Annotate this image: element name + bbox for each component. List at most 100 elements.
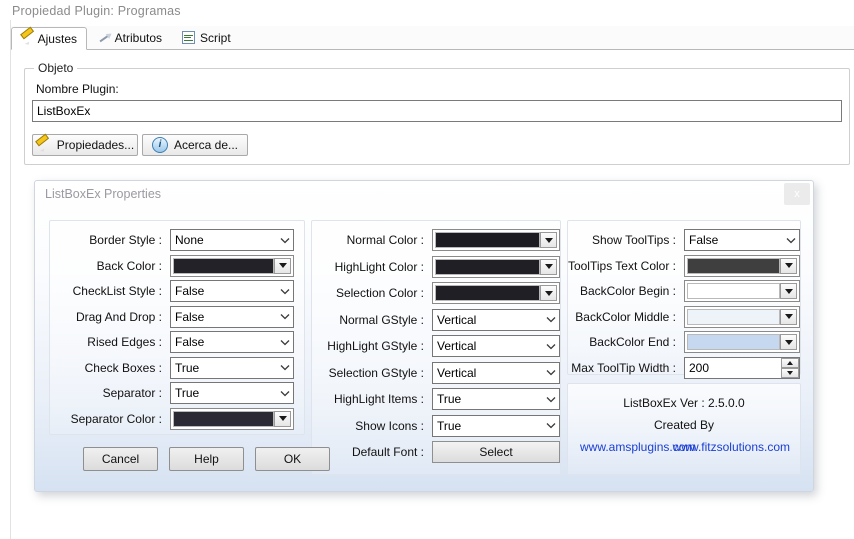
color-dropdown-icon[interactable]	[540, 285, 557, 301]
chevron-down-icon	[542, 389, 559, 409]
selection-gstyle-field[interactable]: Vertical	[432, 361, 560, 384]
max-tooltip-width-value[interactable]: 200	[685, 358, 781, 378]
highlight-color-field[interactable]	[432, 255, 560, 278]
chevron-down-icon	[542, 310, 559, 330]
separator-color-field[interactable]	[170, 407, 294, 430]
highlight-gstyle-field[interactable]: Vertical	[432, 335, 560, 357]
chevron-down-icon	[276, 358, 293, 378]
color-dropdown-icon[interactable]	[274, 410, 291, 427]
rised-edges-field[interactable]: False	[170, 331, 294, 353]
max-tooltip-width-field[interactable]: 200	[684, 356, 800, 379]
normal-color-field[interactable]	[432, 229, 560, 251]
normal-color-swatch	[435, 232, 540, 248]
checklist-style-field[interactable]: False	[170, 280, 294, 302]
drag-and-drop-value: False	[175, 309, 205, 324]
about-link-fitzsolutions[interactable]: www.fitzsolutions.com	[673, 440, 790, 454]
normal-gstyle-value: Vertical	[437, 312, 477, 327]
highlight-items-field[interactable]: True	[432, 388, 560, 410]
about-panel: ListBoxEx Ver : 2.5.0.0 Created By www.a…	[567, 383, 801, 475]
selection-gstyle-value: Vertical	[437, 365, 477, 380]
tooltips-text-color-swatch	[687, 257, 780, 274]
ok-button[interactable]: OK	[255, 447, 330, 471]
max-tooltip-width-stepper[interactable]	[781, 357, 799, 378]
window-left-border	[10, 20, 11, 539]
tab-atributos[interactable]: Atributos	[89, 26, 171, 49]
border-style-field[interactable]: None	[170, 229, 294, 251]
chevron-down-icon	[276, 230, 293, 250]
acerca-de-button-label: Acerca de...	[173, 138, 239, 152]
color-dropdown-icon[interactable]	[274, 257, 291, 274]
tab-ajustes-label: Ajustes	[37, 31, 77, 46]
tab-script[interactable]: Script	[173, 26, 241, 49]
selection-color-field[interactable]	[432, 282, 560, 304]
tab-atributos-label: Atributos	[114, 30, 162, 45]
show-tooltips-field[interactable]: False	[684, 229, 800, 251]
show-icons-field[interactable]: True	[432, 414, 560, 437]
border-style-label: Border Style :	[89, 233, 162, 247]
color-dropdown-icon[interactable]	[780, 308, 797, 325]
acerca-de-button[interactable]: i Acerca de...	[142, 134, 248, 156]
info-icon: i	[151, 137, 168, 153]
separator-label: Separator :	[102, 386, 162, 400]
highlight-gstyle-label: HighLight GStyle :	[327, 339, 424, 353]
backcolor-middle-label: BackColor Middle :	[575, 309, 676, 324]
color-dropdown-icon[interactable]	[780, 283, 797, 299]
highlight-items-value: True	[437, 392, 462, 406]
stepper-up-icon[interactable]	[781, 357, 799, 368]
backcolor-begin-field[interactable]	[684, 280, 800, 302]
highlight-items-label: HighLight Items :	[333, 392, 424, 406]
check-boxes-label: Check Boxes :	[84, 360, 162, 375]
check-boxes-field[interactable]: True	[170, 356, 294, 379]
default-font-label: Default Font :	[351, 445, 424, 459]
middle-properties-panel: Normal Color : HighLight Color : Selection…	[311, 220, 561, 475]
show-icons-label: Show Icons :	[355, 418, 424, 433]
color-dropdown-icon[interactable]	[540, 232, 557, 248]
normal-gstyle-field[interactable]: Vertical	[432, 308, 560, 331]
back-color-field[interactable]	[170, 254, 294, 277]
separator-color-swatch	[173, 410, 274, 427]
plugin-name-input[interactable]	[32, 100, 842, 122]
default-font-field[interactable]: Select	[432, 441, 560, 463]
tab-script-label: Script	[200, 30, 231, 45]
dialog-title: ListBoxEx Properties	[45, 187, 162, 201]
listboxex-properties-dialog: ListBoxEx Properties x Border Style : Non…	[34, 180, 814, 492]
separator-value: True	[175, 386, 200, 400]
chevron-down-icon	[276, 332, 293, 352]
close-icon[interactable]: x	[784, 183, 810, 205]
right-properties-panel: Show ToolTips : False ToolTips Text Color …	[567, 220, 801, 379]
cancel-button[interactable]: Cancel	[83, 447, 158, 471]
color-dropdown-icon[interactable]	[780, 257, 797, 274]
separator-field[interactable]: True	[170, 382, 294, 404]
tooltips-text-color-field[interactable]	[684, 254, 800, 277]
chevron-down-icon	[542, 416, 559, 436]
rised-edges-label: Rised Edges :	[87, 335, 162, 349]
rised-edges-value: False	[175, 335, 205, 349]
dart-icon	[98, 31, 110, 44]
propiedades-button-label: Propiedades...	[56, 138, 135, 152]
chevron-down-icon	[542, 363, 559, 383]
selection-gstyle-label: Selection GStyle :	[328, 365, 424, 380]
backcolor-end-field[interactable]	[684, 331, 800, 353]
tab-ajustes[interactable]: Ajustes	[11, 26, 87, 50]
chevron-down-icon	[276, 281, 293, 301]
help-button[interactable]: Help	[169, 447, 244, 471]
border-style-value: None	[175, 233, 204, 247]
about-created-by: Created By	[653, 418, 715, 432]
stepper-down-icon[interactable]	[781, 367, 799, 378]
tab-strip: Ajustes Atributos Script	[11, 26, 854, 50]
drag-and-drop-label: Drag And Drop :	[75, 309, 162, 324]
drag-and-drop-field[interactable]: False	[170, 305, 294, 328]
color-dropdown-icon[interactable]	[540, 258, 557, 275]
highlight-color-swatch	[435, 258, 540, 275]
color-dropdown-icon[interactable]	[780, 334, 797, 350]
highlight-gstyle-value: Vertical	[437, 339, 477, 353]
plugin-name-label: Nombre Plugin:	[36, 82, 119, 96]
chevron-down-icon	[276, 383, 293, 403]
objeto-group-legend: Objeto	[34, 61, 78, 75]
show-tooltips-value: False	[689, 233, 719, 247]
backcolor-middle-field[interactable]	[684, 305, 800, 328]
backcolor-end-label: BackColor End :	[589, 335, 676, 349]
propiedades-button[interactable]: Propiedades...	[32, 133, 138, 156]
script-icon	[182, 31, 195, 44]
max-tooltip-width-label: Max ToolTip Width :	[571, 360, 676, 375]
